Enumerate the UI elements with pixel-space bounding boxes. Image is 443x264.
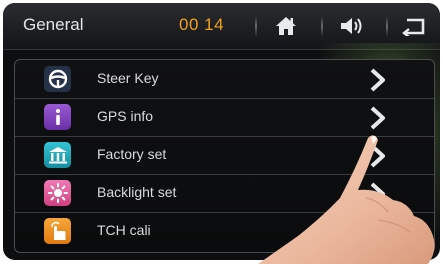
divider [386,15,388,37]
menu-item-label: Backlight set [97,184,177,200]
menu-item-tch-cali[interactable]: TCH cali [15,212,434,250]
chevron-right-icon[interactable] [364,181,390,207]
chevron-right-icon[interactable] [364,219,390,245]
chevron-right-icon[interactable] [364,67,390,93]
divider [255,15,257,37]
chevron-right-icon[interactable] [364,143,390,169]
menu-item-label: Steer Key [97,70,159,86]
divider [321,15,323,37]
info-icon [44,104,71,130]
clock: 00 14 [179,15,225,34]
menu-item-factory-set[interactable]: Factory set [15,136,434,175]
menu-item-label: TCH cali [97,222,151,238]
back-icon[interactable] [399,12,429,40]
menu-item-backlight-set[interactable]: Backlight set [15,174,434,213]
chevron-right-icon[interactable] [364,105,390,131]
header-bar: General 00 14 [3,3,440,50]
touch-calibration-icon [44,218,71,244]
menu-item-label: GPS info [97,108,154,124]
backlight-icon [44,180,71,206]
menu-item-steer-key[interactable]: Steer Key [15,60,434,99]
steering-wheel-icon [44,66,71,92]
home-icon[interactable] [271,12,301,40]
menu-item-label: Factory set [97,146,167,162]
factory-icon [44,142,71,168]
menu-item-gps-info[interactable]: GPS info [15,98,434,137]
page-title: General [23,15,84,34]
volume-icon[interactable] [337,12,367,40]
settings-menu: Steer Key GPS info Factory set Backlight… [14,59,435,253]
settings-screen: General 00 14 Steer Key GPS info Factory… [3,3,440,260]
